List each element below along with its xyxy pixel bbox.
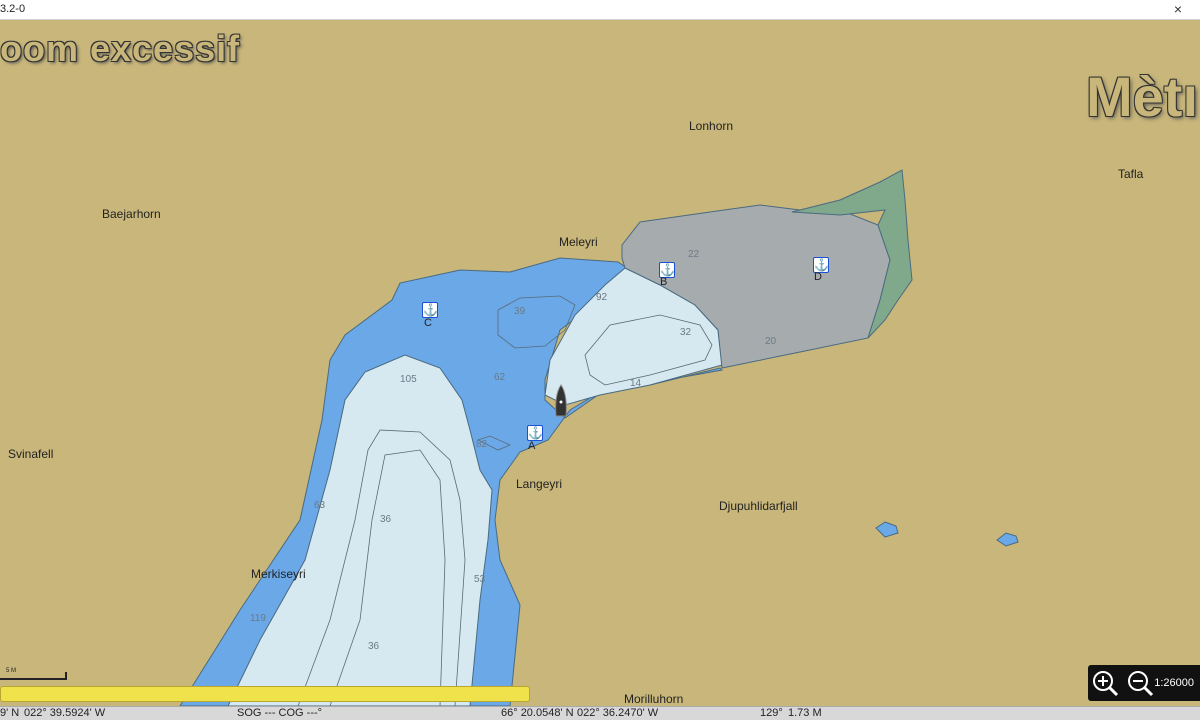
depth-sounding: 92 xyxy=(596,292,608,303)
distance-readout: 1.73 M xyxy=(788,707,822,719)
islet xyxy=(875,521,899,538)
islet xyxy=(996,532,1019,547)
position-longitude: 022° 36.2470' W xyxy=(577,707,659,719)
depth-sounding: 22 xyxy=(688,249,700,260)
anchorage-label-c: C xyxy=(424,317,432,329)
anchorage-label-a: A xyxy=(528,440,536,452)
depth-sounding: 62 xyxy=(494,372,506,383)
depth-sounding: 39 xyxy=(514,306,526,317)
anchorage-label-d: D xyxy=(814,271,822,283)
place-meleyri: Meleyri xyxy=(559,235,598,249)
depth-sounding: 53 xyxy=(474,574,486,585)
depth-sounding: 36 xyxy=(380,514,392,525)
overzoom-warning: oom excessif xyxy=(0,28,241,69)
anchor-icon[interactable]: ⚓ xyxy=(527,425,543,441)
place-tafla: Tafla xyxy=(1118,167,1144,181)
place-lonhorn: Lonhorn xyxy=(689,119,734,133)
zoom-out-icon[interactable] xyxy=(1126,669,1154,697)
window-title: 3.2-0 xyxy=(0,3,26,15)
depth-sounding: 82 xyxy=(476,439,488,450)
scale-label: 1:26000 xyxy=(1154,677,1194,689)
depth-sounding: 119 xyxy=(250,613,266,624)
close-icon[interactable]: × xyxy=(1174,1,1182,17)
title-bar: 3.2-0 × xyxy=(0,0,1200,20)
chart-canvas[interactable] xyxy=(0,20,1200,706)
place-baejarhorn: Baejarhorn xyxy=(102,207,161,221)
cursor-latitude: 9' N xyxy=(0,707,20,719)
depth-sounding: 36 xyxy=(368,641,380,652)
chart-map[interactable]: oom excessif Mètı Lonhorn Tafla Baejarho… xyxy=(0,20,1200,706)
depth-sounding: 105 xyxy=(400,374,417,385)
zoom-in-icon[interactable] xyxy=(1091,669,1119,697)
place-merkiseyri: Merkiseyri xyxy=(251,567,306,581)
place-svinafell: Svinafell xyxy=(8,447,54,461)
status-bar: 9' N 022° 39.5924' W SOG --- COG ---° 66… xyxy=(0,706,1200,720)
anchor-icon[interactable]: ⚓ xyxy=(422,302,438,318)
depth-sounding: 14 xyxy=(630,378,642,389)
place-morilluhorn: Morilluhorn xyxy=(624,692,684,706)
place-djupuhlidarfjall: Djupuhlidarfjall xyxy=(719,499,798,513)
depth-sounding: 20 xyxy=(765,336,777,347)
cursor-longitude: 022° 39.5924' W xyxy=(24,707,106,719)
zoom-controls: 1:26000 xyxy=(1088,665,1200,701)
place-langeyri: Langeyri xyxy=(516,477,563,491)
anchorage-label-b: B xyxy=(660,276,668,288)
scale-bar-label: 5 M xyxy=(6,668,17,674)
position-latitude: 66° 20.0548' N xyxy=(501,707,574,719)
depth-sounding: 63 xyxy=(314,500,326,511)
progress-bar xyxy=(0,686,530,702)
bearing-readout: 129° xyxy=(760,707,783,719)
shallow-area-west xyxy=(227,354,493,706)
depth-sounding: 32 xyxy=(680,327,692,338)
sog-cog: SOG --- COG ---° xyxy=(237,707,323,719)
metric-banner: Mètı xyxy=(1086,65,1198,128)
